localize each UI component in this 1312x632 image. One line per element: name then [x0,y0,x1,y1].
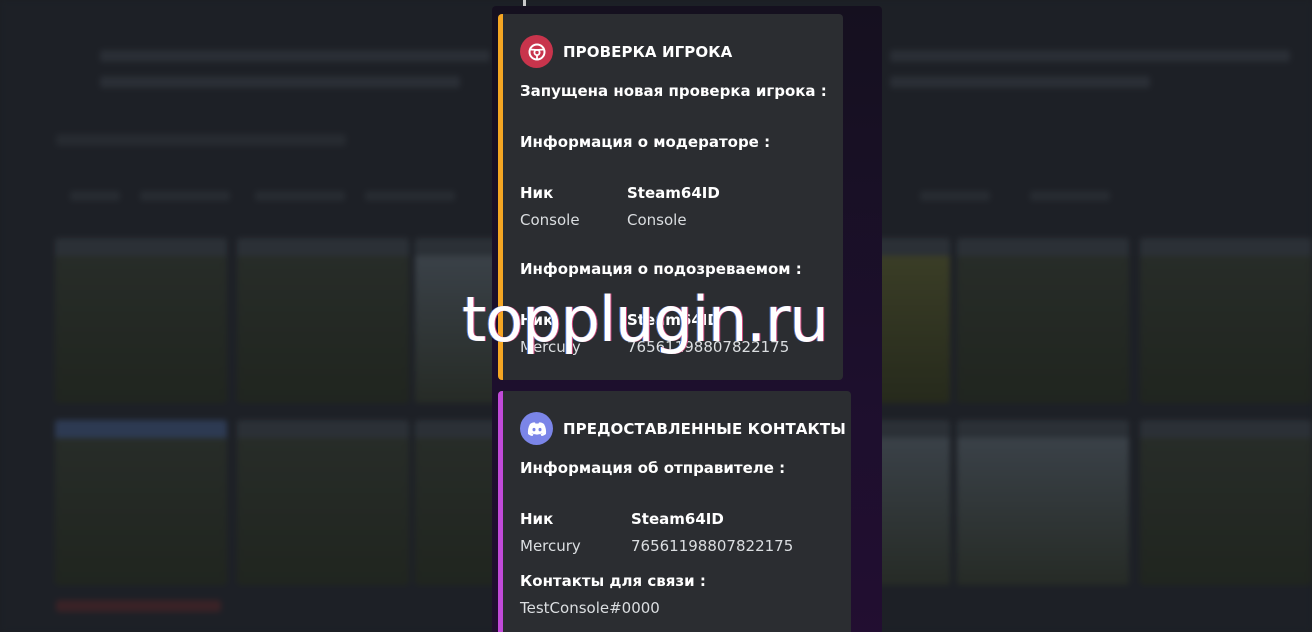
moderator-nick-value: Console [520,211,580,229]
suspect-heading: Информация о подозреваемом : [520,260,802,278]
bg-text-line [890,50,1290,62]
bg-tab [70,191,120,201]
bg-card [957,238,1129,403]
bg-tab [255,191,345,201]
embed-provided-contacts: ПРЕДОСТАВЛЕННЫЕ КОНТАКТЫ Информация об о… [498,391,851,632]
bg-tab [140,191,230,201]
bg-tab [920,191,990,201]
bg-card [870,238,950,403]
bg-card [957,420,1129,585]
bg-text-line [100,50,490,62]
sender-nick-value: Mercury [520,537,581,555]
moderator-heading: Информация о модераторе : [520,133,771,151]
bg-footer-block [56,600,221,612]
bg-tab [365,191,455,201]
bg-card [55,420,227,585]
bg-tab [1030,191,1110,201]
bg-card [1140,238,1312,403]
sender-nick-label: Ник [520,510,554,528]
embed-accent-stripe [498,391,503,632]
embed-description: Запущена новая проверка игрока : [520,82,827,100]
contacts-label: Контакты для связи : [520,572,706,590]
sender-steam-label: Steam64ID [631,510,724,528]
watermark-text: topplugin.ru [462,283,829,356]
bg-card [1140,420,1312,585]
discord-icon [520,412,553,445]
sender-heading: Информация об отправителе : [520,459,786,477]
screen: ПРОВЕРКА ИГРОКА Запущена новая проверка … [0,0,1312,632]
bg-card [237,238,409,403]
shield-icon [520,35,553,68]
bg-text-line [100,76,460,88]
embed-author: ПРОВЕРКА ИГРОКА [520,35,732,68]
moderator-steam-value: Console [627,211,687,229]
panel-top-mark [523,0,526,6]
bg-card [870,420,950,585]
sender-steam-value: 76561198807822175 [631,537,794,555]
bg-breadcrumb [56,134,346,146]
bg-text-line [890,76,1150,88]
embed-author-name: ПРЕДОСТАВЛЕННЫЕ КОНТАКТЫ [563,419,846,438]
contacts-value: TestConsole#0000 [520,599,660,617]
bg-card [55,238,227,403]
bg-card [237,420,409,585]
embed-author: ПРЕДОСТАВЛЕННЫЕ КОНТАКТЫ [520,412,846,445]
moderator-steam-label: Steam64ID [627,184,720,202]
moderator-nick-label: Ник [520,184,554,202]
embed-author-name: ПРОВЕРКА ИГРОКА [563,42,733,61]
